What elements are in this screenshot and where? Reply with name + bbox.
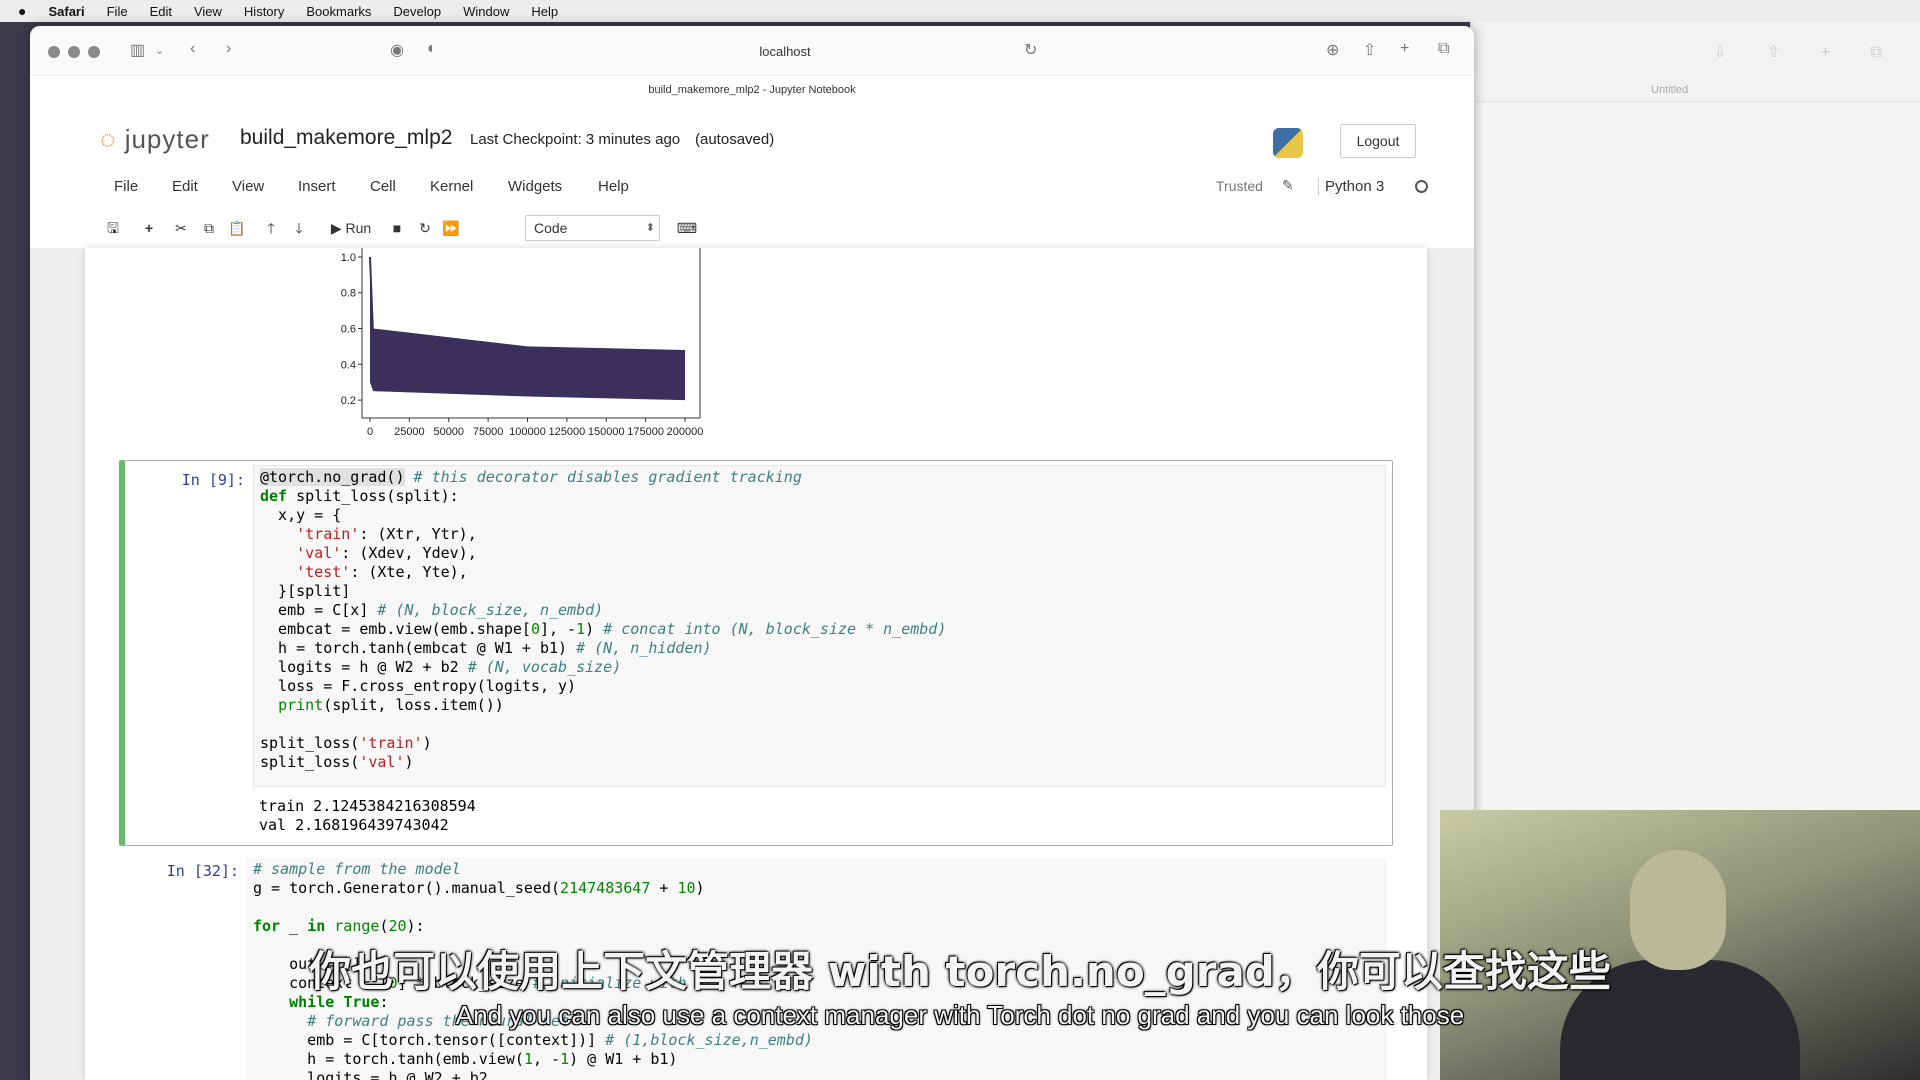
minimize-window-button[interactable]: [68, 46, 80, 58]
jupyter-menu-bar: File Edit View Insert Cell Kernel Widget…: [30, 174, 1474, 208]
cell-prompt: In [32]:: [166, 862, 239, 880]
loss-band: [370, 256, 685, 401]
tabs-overview-icon[interactable]: ⧉: [1438, 40, 1449, 58]
menu-window[interactable]: Window: [463, 4, 509, 19]
trusted-indicator[interactable]: Trusted: [1216, 178, 1263, 194]
chevron-down-icon[interactable]: ⌄: [155, 44, 164, 57]
x-tick-label: 0: [367, 426, 373, 438]
save-icon[interactable]: 🖫: [102, 214, 124, 242]
x-tick-label: 150000: [588, 426, 625, 438]
menu-edit[interactable]: Edit: [150, 4, 172, 19]
kernel-name[interactable]: Python 3: [1318, 178, 1384, 195]
background-toolbar: ⇩ ⇧ + ⧉ Untitled: [1471, 22, 1920, 102]
x-tick-label: 125000: [549, 426, 586, 438]
jmenu-kernel[interactable]: Kernel: [430, 178, 473, 195]
window-controls: [48, 46, 108, 58]
reload-icon[interactable]: ↻: [1024, 40, 1037, 60]
menu-bookmarks[interactable]: Bookmarks: [306, 4, 371, 19]
run-icon: ▶: [330, 220, 342, 236]
logout-button[interactable]: Logout: [1340, 124, 1416, 158]
jmenu-insert[interactable]: Insert: [298, 178, 336, 195]
menu-file[interactable]: File: [107, 4, 128, 19]
x-tick-label: 50000: [433, 426, 464, 438]
cell-prompt: In [9]:: [181, 471, 245, 489]
menu-view[interactable]: View: [194, 4, 222, 19]
stop-icon[interactable]: ■: [386, 214, 408, 242]
menu-app-safari[interactable]: Safari: [48, 4, 84, 19]
pencil-icon[interactable]: ✎: [1282, 177, 1294, 194]
fast-forward-icon[interactable]: ⏩: [440, 214, 462, 242]
cut-icon[interactable]: ✂: [170, 214, 192, 242]
close-window-button[interactable]: [48, 46, 60, 58]
y-tick-label: 0.2: [341, 395, 356, 407]
move-down-icon[interactable]: 🡓: [288, 214, 310, 242]
browser-toolbar: ▥ ⌄ ‹ › ◉ ◐ localhost ↻ ⊕ ⇧ + ⧉ build_ma…: [30, 26, 1474, 96]
cell-output: train 2.1245384216308594 val 2.1681964397…: [259, 797, 476, 835]
cell-type-select[interactable]: Code: [525, 215, 660, 241]
sidebar-icon[interactable]: ▥: [130, 40, 145, 60]
forward-icon[interactable]: ›: [226, 40, 231, 58]
x-tick-label: 200000: [667, 426, 704, 438]
jmenu-file[interactable]: File: [114, 178, 138, 195]
address-bar[interactable]: localhost: [500, 38, 1070, 66]
y-tick-label: 0.4: [341, 359, 356, 371]
tab-title[interactable]: build_makemore_mlp2 - Jupyter Notebook: [30, 84, 1474, 96]
x-tick-label: 175000: [627, 426, 664, 438]
insert-cell-icon[interactable]: +: [138, 214, 160, 242]
paste-icon[interactable]: 📋: [226, 214, 248, 242]
subtitle-chinese: 你也可以使用上下文管理器 with torch.no_grad，你可以查找这些: [309, 947, 1611, 996]
jmenu-cell[interactable]: Cell: [370, 178, 396, 195]
background-tab-title[interactable]: Untitled: [1651, 84, 1688, 96]
privacy-icon[interactable]: ◉: [390, 40, 404, 60]
notebook-name[interactable]: build_makemore_mlp2: [240, 126, 452, 150]
subtitle-english: And you can also use a context manager w…: [455, 1000, 1465, 1030]
checkpoint-status: Last Checkpoint: 3 minutes ago: [470, 131, 681, 148]
x-tick-label: 100000: [509, 426, 546, 438]
jmenu-help[interactable]: Help: [598, 178, 629, 195]
move-up-icon[interactable]: 🡑: [260, 214, 282, 242]
restart-icon[interactable]: ↻: [414, 214, 436, 242]
menu-history[interactable]: History: [244, 4, 284, 19]
kernel-status-icon: [1415, 180, 1428, 193]
output-line-val: val 2.168196439743042: [259, 816, 449, 834]
run-button[interactable]: ▶ Run: [320, 214, 382, 242]
code-editor[interactable]: @torch.no_grad() # this decorator disabl…: [253, 465, 1386, 787]
safari-window: ▥ ⌄ ‹ › ◉ ◐ localhost ↻ ⊕ ⇧ + ⧉ build_ma…: [30, 26, 1474, 1080]
jmenu-widgets[interactable]: Widgets: [508, 178, 562, 195]
autosave-status: (autosaved): [695, 131, 775, 148]
menu-develop[interactable]: Develop: [393, 4, 441, 19]
zoom-window-button[interactable]: [88, 46, 100, 58]
jmenu-view[interactable]: View: [232, 178, 264, 195]
mac-menu-bar: ● Safari File Edit View History Bookmark…: [0, 0, 1920, 22]
menu-help[interactable]: Help: [531, 4, 558, 19]
x-tick-label: 75000: [473, 426, 504, 438]
back-icon[interactable]: ‹: [190, 40, 195, 58]
y-tick-label: 0.6: [341, 324, 356, 336]
background-toolbar-icons: ⇩ ⇧ + ⧉: [1713, 44, 1900, 61]
loss-chart: 0.2 0.4 0.6 0.8 1.0 0 25000 50000 75000 100000 125…: [341, 248, 704, 438]
x-tick-label: 25000: [394, 426, 425, 438]
jmenu-edit[interactable]: Edit: [172, 178, 198, 195]
output-line-train: train 2.1245384216308594: [259, 797, 476, 815]
copy-icon[interactable]: ⧉: [198, 214, 220, 242]
python-logo-icon: [1273, 128, 1303, 158]
share-icon[interactable]: ⇧: [1363, 40, 1376, 60]
y-tick-label: 0.8: [341, 288, 356, 300]
y-tick-label: 1.0: [341, 252, 356, 264]
code-cell-9[interactable]: In [9]: @torch.no_grad() # this decorato…: [119, 460, 1393, 846]
jupyter-header: ◌ jupyter build_makemore_mlp2 Last Check…: [30, 96, 1474, 166]
shield-icon[interactable]: ◐: [427, 40, 437, 58]
downloads-icon[interactable]: ⊕: [1326, 40, 1339, 60]
code-text[interactable]: @torch.no_grad() # this decorator disabl…: [254, 466, 1385, 774]
jupyter-toolbar: 🖫 + ✂ ⧉ 📋 🡑 🡓 ▶ Run ■ ↻ ⏩ Code ⌨: [30, 210, 1474, 246]
keyboard-icon[interactable]: ⌨: [676, 214, 698, 242]
jupyter-logo[interactable]: ◌ jupyter: [100, 124, 210, 155]
new-tab-icon[interactable]: +: [1400, 40, 1409, 58]
apple-icon[interactable]: ●: [18, 3, 26, 19]
